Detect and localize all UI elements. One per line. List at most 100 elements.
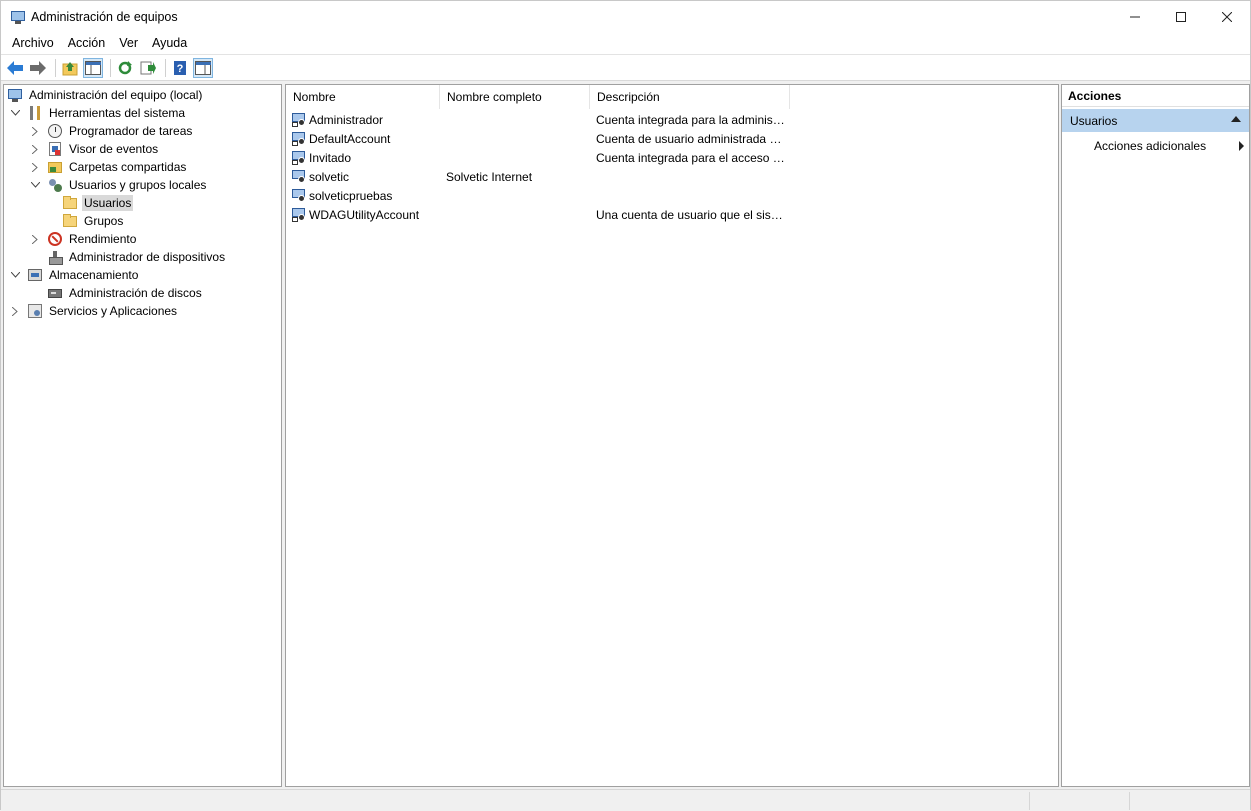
user-name: Administrador [309, 112, 384, 127]
chevron-right-icon[interactable] [28, 142, 42, 156]
up-folder-icon [62, 61, 78, 75]
collapse-arrow-icon[interactable] [1231, 116, 1241, 122]
system-tools-icon [27, 105, 43, 121]
show-hide-tree-icon [85, 60, 101, 75]
local-users-groups-icon [47, 177, 63, 193]
user-row[interactable]: solvetic Solvetic Internet [286, 167, 786, 186]
help-button[interactable]: ? [170, 58, 190, 78]
tree-item-performance[interactable]: Rendimiento [28, 230, 138, 248]
user-row[interactable]: Administrador Cuenta integrada para la a… [286, 110, 786, 129]
tree-item-local-users-groups[interactable]: Usuarios y grupos locales [28, 176, 208, 194]
user-row[interactable]: WDAGUtilityAccount Una cuenta de usuario… [286, 205, 786, 224]
tree-item-disk-management[interactable]: Administración de discos [47, 284, 204, 302]
user-name: DefaultAccount [309, 131, 391, 146]
close-icon [1222, 11, 1232, 22]
disabled-user-icon [291, 112, 307, 128]
performance-icon [47, 231, 63, 247]
back-button[interactable] [5, 58, 25, 78]
tree-item-event-viewer[interactable]: Visor de eventos [28, 140, 160, 158]
users-list-pane: Nombre Nombre completo Descripción Admin… [285, 84, 1059, 787]
window-title: Administración de equipos [31, 9, 178, 24]
chevron-right-icon[interactable] [28, 232, 42, 246]
disk-management-icon [47, 285, 63, 301]
tree-item-task-scheduler[interactable]: Programador de tareas [28, 122, 194, 140]
user-row[interactable]: solveticpruebas [286, 186, 786, 205]
shared-folders-icon [47, 159, 63, 175]
computer-management-icon [10, 9, 26, 25]
actions-pane: Acciones Usuarios Acciones adicionales [1061, 84, 1250, 787]
tree-item-system-tools[interactable]: Herramientas del sistema [8, 104, 187, 122]
show-hide-action-pane-icon [195, 60, 211, 75]
tree-item-storage[interactable]: Almacenamiento [8, 266, 140, 284]
column-header-name[interactable]: Nombre [286, 85, 440, 109]
help-icon: ? [174, 60, 186, 75]
column-header-full-name[interactable]: Nombre completo [440, 85, 590, 109]
menu-ver[interactable]: Ver [112, 36, 145, 50]
user-row[interactable]: DefaultAccount Cuenta de usuario adminis… [286, 129, 786, 148]
chevron-down-icon[interactable] [28, 178, 42, 192]
computer-management-icon [7, 87, 23, 103]
up-one-level-button[interactable] [60, 58, 80, 78]
maximize-button[interactable] [1158, 1, 1204, 32]
status-segment [1029, 792, 1129, 810]
user-description: Cuenta integrada para el acceso c... [596, 150, 786, 165]
user-name: solvetic [309, 169, 350, 184]
chevron-down-icon[interactable] [8, 268, 22, 282]
user-description: Una cuenta de usuario que el siste... [596, 207, 786, 222]
status-bar [1, 789, 1250, 811]
tree-item-groups[interactable]: Grupos [62, 212, 125, 230]
maximize-icon [1176, 11, 1186, 22]
chevron-right-icon[interactable] [8, 304, 22, 318]
menu-bar: Archivo Acción Ver Ayuda [1, 32, 1250, 54]
chevron-right-icon[interactable] [28, 124, 42, 138]
back-arrow-icon [7, 60, 23, 75]
menu-ayuda[interactable]: Ayuda [145, 36, 194, 50]
more-actions-item[interactable]: Acciones adicionales [1094, 136, 1244, 156]
tree-item-users[interactable]: Usuarios [62, 194, 134, 212]
device-manager-icon [47, 249, 63, 265]
menu-accion[interactable]: Acción [61, 36, 113, 50]
disabled-user-icon [291, 131, 307, 147]
user-icon [291, 188, 307, 204]
export-list-icon [140, 61, 156, 74]
user-full-name: Solvetic Internet [446, 169, 533, 184]
chevron-down-icon[interactable] [8, 106, 22, 120]
show-hide-action-pane-button[interactable] [193, 57, 213, 78]
user-name: solveticpruebas [309, 188, 393, 203]
window-controls [1112, 1, 1250, 32]
column-header-description[interactable]: Descripción [590, 85, 790, 109]
menu-archivo[interactable]: Archivo [5, 36, 61, 50]
forward-arrow-icon [30, 60, 46, 75]
user-row[interactable]: Invitado Cuenta integrada para el acceso… [286, 148, 786, 167]
minimize-button[interactable] [1112, 1, 1158, 32]
refresh-button[interactable] [115, 58, 135, 78]
actions-section-users[interactable]: Usuarios [1062, 109, 1249, 132]
services-applications-icon [27, 303, 43, 319]
submenu-arrow-icon [1239, 141, 1244, 151]
more-actions-label: Acciones adicionales [1094, 139, 1207, 153]
status-segment [1129, 792, 1229, 810]
user-description: Cuenta de usuario administrada p... [596, 131, 786, 146]
actions-section-label: Usuarios [1070, 113, 1118, 128]
task-scheduler-icon [47, 123, 63, 139]
forward-button[interactable] [28, 58, 48, 78]
toolbar-separator [165, 58, 166, 77]
folder-icon [62, 195, 78, 211]
export-list-button[interactable] [138, 58, 158, 78]
tree-item-device-manager[interactable]: Administrador de dispositivos [47, 248, 227, 266]
toolbar-separator [110, 58, 111, 77]
tree-item-computer-management[interactable]: Administración del equipo (local) [7, 86, 204, 104]
refresh-icon [118, 60, 132, 74]
show-hide-console-tree-button[interactable] [83, 57, 103, 78]
user-icon [291, 169, 307, 185]
disabled-user-icon [291, 150, 307, 166]
tree-item-services-applications[interactable]: Servicios y Aplicaciones [8, 302, 179, 320]
svg-text:?: ? [177, 63, 184, 75]
tree-item-shared-folders[interactable]: Carpetas compartidas [28, 158, 188, 176]
chevron-right-icon[interactable] [28, 160, 42, 174]
close-button[interactable] [1204, 1, 1250, 32]
toolbar: ? [1, 54, 1250, 81]
minimize-icon [1130, 16, 1140, 17]
title-bar: Administración de equipos [1, 1, 1250, 32]
computer-management-window: Administración de equipos Archivo Acción… [0, 0, 1251, 811]
